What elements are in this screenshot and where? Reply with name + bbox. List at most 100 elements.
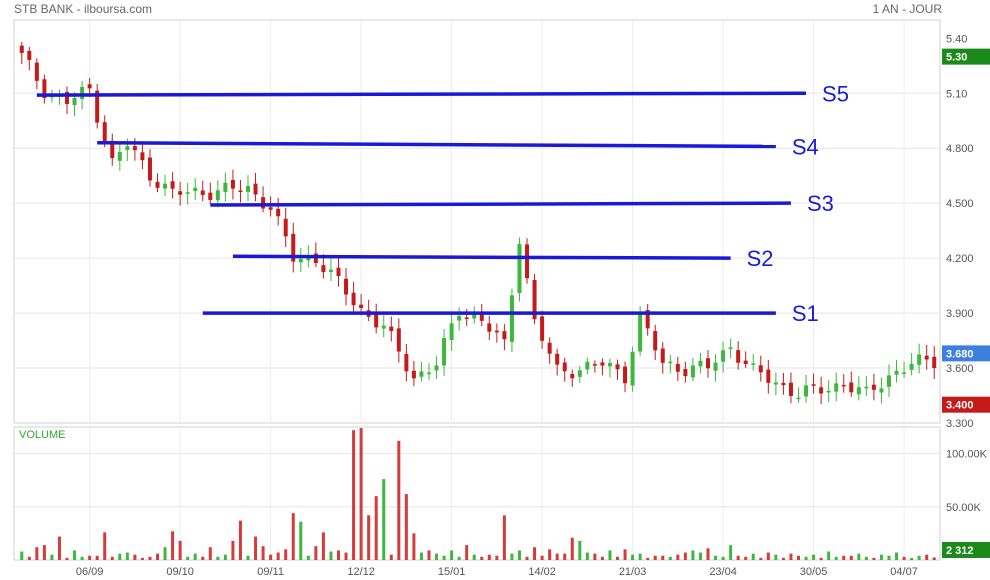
candle-body <box>834 383 839 392</box>
candle-body <box>381 325 386 329</box>
volume-bar <box>50 554 54 560</box>
candle-body <box>230 179 235 189</box>
value-badge-text: 3.680 <box>946 348 974 360</box>
candle-body <box>374 314 379 328</box>
candle-body <box>389 326 394 331</box>
candle-body <box>796 397 801 400</box>
volume-bar <box>510 553 514 560</box>
volume-bar <box>284 549 288 560</box>
candle-body <box>690 365 695 378</box>
volume-bar <box>864 556 868 560</box>
volume-bar <box>842 555 846 560</box>
volume-bar <box>698 552 702 560</box>
candle-body <box>781 382 786 386</box>
candle-body <box>570 373 575 379</box>
price-tick-label: 4.200 <box>946 253 974 265</box>
volume-bar <box>540 555 544 560</box>
volume-bar <box>834 556 838 560</box>
volume-bar <box>435 553 439 560</box>
price-tick-label: 3.300 <box>946 418 974 430</box>
volume-bar <box>208 547 212 560</box>
volume-bar <box>254 536 258 560</box>
candle-body <box>607 362 612 367</box>
candle-body <box>449 323 454 341</box>
volume-bar <box>238 520 242 560</box>
candle-body <box>721 350 726 362</box>
candle-body <box>638 311 643 352</box>
volume-bar <box>412 533 416 560</box>
volume-bar <box>887 555 891 560</box>
support-line-s4 <box>97 140 776 149</box>
candle-body <box>487 323 492 332</box>
volume-bar <box>766 552 770 560</box>
candle-body <box>238 190 243 192</box>
volume-tick-label: 50.00K <box>946 502 982 514</box>
candle-body <box>668 361 673 364</box>
volume-bar <box>819 557 823 560</box>
volume-bar <box>125 552 129 560</box>
volume-bar <box>910 557 914 560</box>
volume-bar <box>291 513 295 560</box>
volume-bar <box>261 546 265 560</box>
candle-body <box>502 331 507 340</box>
candle-body <box>215 190 220 201</box>
volume-bar <box>480 556 484 560</box>
candle-body <box>411 370 416 379</box>
candle-body <box>426 372 431 375</box>
volume-bar <box>472 554 476 560</box>
candle-body <box>886 375 891 387</box>
volume-bar <box>796 555 800 560</box>
volume-bar <box>895 552 899 560</box>
candle-body <box>125 146 130 151</box>
volume-bar <box>140 557 144 560</box>
volume-bar <box>269 554 273 560</box>
volume-panel <box>13 426 941 561</box>
candle-body <box>442 337 447 366</box>
candle-body <box>178 191 183 195</box>
candle-body <box>457 315 462 321</box>
candle-body <box>773 382 778 385</box>
volume-bar <box>299 521 303 560</box>
volume-bar <box>857 553 861 560</box>
candle-body <box>328 269 333 272</box>
x-tick-label: 09/10 <box>166 566 194 578</box>
candle-body <box>924 355 929 360</box>
volume-bar <box>676 554 680 560</box>
candle-body <box>804 385 809 397</box>
volume-bar <box>88 555 92 560</box>
volume-bar <box>148 556 152 560</box>
candle-body <box>298 258 303 263</box>
candle-body <box>615 364 620 370</box>
volume-bar <box>352 430 356 560</box>
price-tick-label: 4.800 <box>946 143 974 155</box>
volume-bar <box>201 556 205 560</box>
support-line-s5 <box>36 91 807 97</box>
candle-body <box>170 181 175 189</box>
candle-body <box>517 243 522 293</box>
candle-body <box>140 152 145 161</box>
volume-bar <box>404 494 408 560</box>
volume-bar <box>744 556 748 560</box>
support-label-s2: S2 <box>747 246 774 271</box>
volume-bar <box>917 555 921 560</box>
candle-body <box>336 267 341 276</box>
volume-bar <box>20 551 24 560</box>
candle-body <box>698 360 703 367</box>
support-line-s2 <box>232 254 731 260</box>
volume-bar <box>118 553 122 560</box>
candle-body <box>864 386 869 389</box>
candle-body <box>404 353 409 372</box>
support-label-s5: S5 <box>822 81 849 106</box>
price-panel <box>13 19 941 424</box>
candle-body <box>223 182 228 193</box>
volume-bar <box>563 553 567 560</box>
volume-bar <box>600 556 604 560</box>
candle-body <box>102 122 107 143</box>
volume-bar <box>593 553 597 560</box>
volume-bar <box>382 479 386 560</box>
volume-bar <box>57 536 61 560</box>
volume-bar <box>133 554 137 560</box>
volume-bar <box>65 557 69 560</box>
volume-bar <box>457 556 461 560</box>
chart-widget: STB BANK - ilboursa.com 1 AN - JOUR 5.40… <box>0 0 990 580</box>
